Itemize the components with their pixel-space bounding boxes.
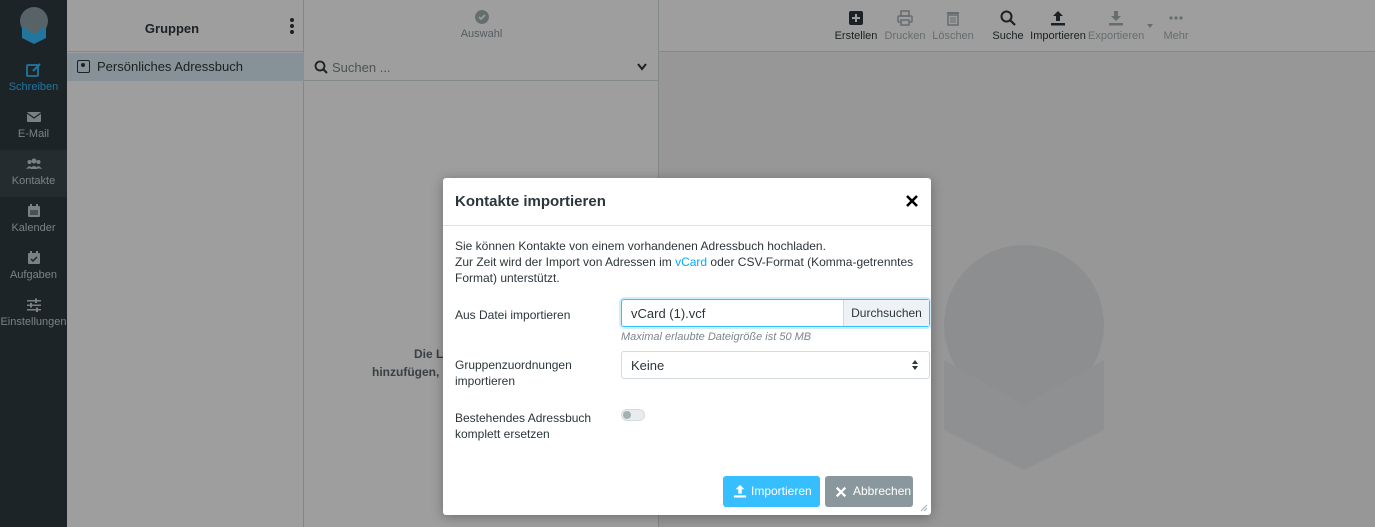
sort-arrows-icon (912, 360, 918, 370)
close-icon (835, 486, 847, 498)
replace-label: Bestehendes Adressbuch komplett ersetzen (455, 410, 605, 442)
dialog-intro: Sie können Kontakte von einem vorhandene… (455, 238, 919, 286)
dialog-title: Kontakte importieren (455, 193, 606, 210)
browse-button[interactable]: Durchsuchen (843, 300, 929, 326)
intro-line-1: Sie können Kontakte von einem vorhandene… (455, 239, 826, 253)
upload-icon (733, 484, 747, 498)
dialog-header: Kontakte importieren (443, 178, 931, 226)
groups-select[interactable]: Keine (621, 351, 930, 379)
vcard-link[interactable]: vCard (675, 255, 707, 269)
intro-line-2-post: oder CSV-Format (Komma-getrenntes (707, 255, 914, 269)
cancel-label: Abbrechen (853, 484, 912, 498)
groups-select-value: Keine (631, 358, 665, 373)
replace-toggle[interactable] (621, 409, 645, 421)
file-name: vCard (1).vcf (631, 306, 706, 321)
import-contacts-dialog: Kontakte importieren Sie können Kontakte… (443, 178, 931, 515)
groups-label-line-2: importieren (455, 374, 516, 388)
close-icon[interactable] (905, 194, 919, 208)
intro-line-3: Format) unterstützt. (455, 271, 560, 285)
import-submit-label: Importieren (751, 484, 812, 498)
file-label: Aus Datei importieren (455, 308, 571, 322)
resize-handle-icon[interactable] (920, 504, 928, 512)
intro-line-2-pre: Zur Zeit wird der Import von Adressen im (455, 255, 676, 269)
intro-line-2: Zur Zeit wird der Import von Adressen im… (455, 254, 919, 270)
groups-import-label: Gruppenzuordnungen importieren (455, 357, 605, 389)
replace-label-line-1: Bestehendes Adressbuch (455, 411, 592, 425)
replace-label-line-2: komplett ersetzen (455, 427, 550, 441)
import-submit-button[interactable]: Importieren (723, 476, 820, 507)
groups-label-line-1: Gruppenzuordnungen (455, 358, 572, 372)
cancel-button[interactable]: Abbrechen (825, 476, 913, 507)
file-size-hint: Maximal erlaubte Dateigröße ist 50 MB (621, 331, 812, 343)
file-input[interactable]: vCard (1).vcf Durchsuchen (621, 299, 930, 327)
